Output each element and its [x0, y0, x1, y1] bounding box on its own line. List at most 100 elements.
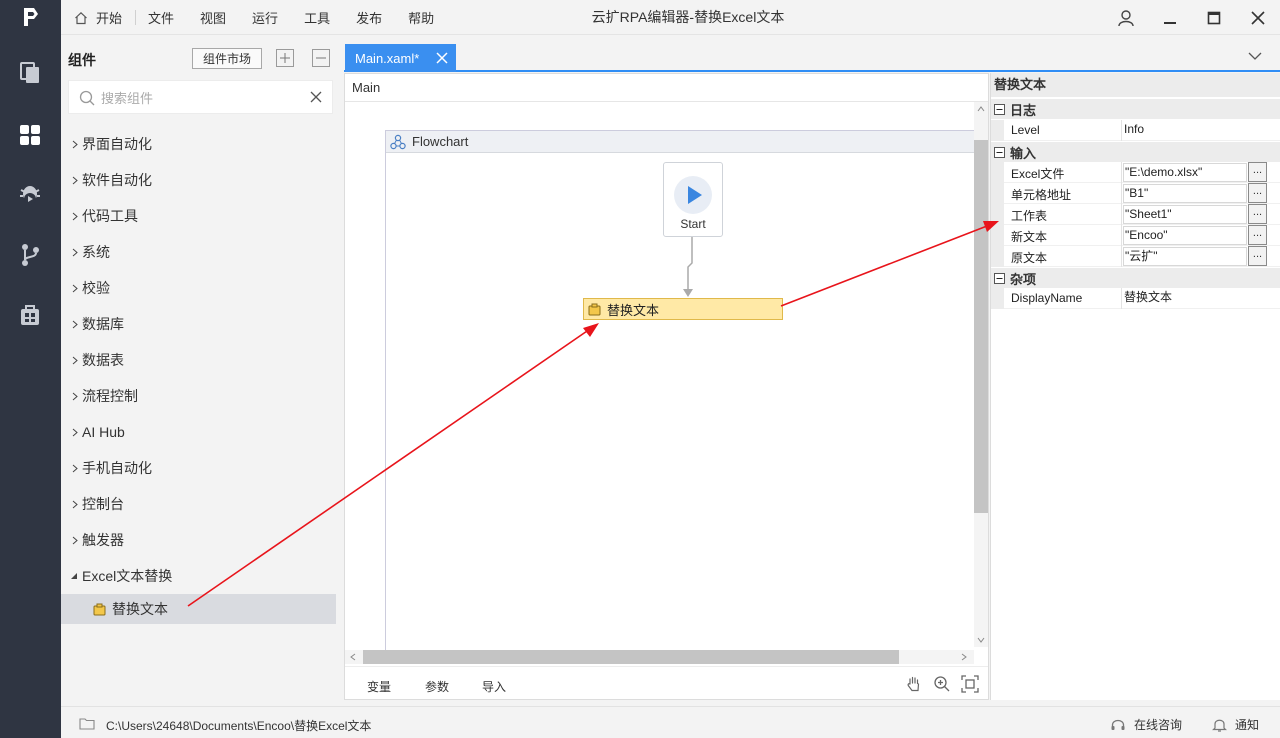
- branch-icon[interactable]: [17, 242, 43, 268]
- menu-file[interactable]: 文件: [135, 0, 187, 35]
- category-label: 数据库: [82, 316, 124, 332]
- excel-file-browse-button[interactable]: ...: [1248, 162, 1267, 182]
- expand-all-button[interactable]: [276, 49, 294, 67]
- category-label: Excel文本替换: [82, 568, 173, 584]
- arguments-tab[interactable]: 参数: [425, 678, 449, 695]
- debug-run-icon[interactable]: [17, 182, 43, 208]
- category-validation[interactable]: 校验: [61, 273, 336, 303]
- component-market-button[interactable]: 组件市场: [192, 48, 262, 69]
- horizontal-scrollbar[interactable]: [345, 650, 974, 664]
- hand-pan-icon[interactable]: [905, 675, 923, 693]
- replace-text-activity[interactable]: 替换文本: [583, 298, 783, 320]
- display-name-field[interactable]: 替换文本: [1123, 289, 1247, 308]
- collapse-all-button[interactable]: [312, 49, 330, 67]
- variables-tab[interactable]: 变量: [367, 678, 391, 695]
- prop-row-cell-address: 单元格地址 "B1" ...: [991, 183, 1280, 204]
- search-input[interactable]: [101, 88, 301, 108]
- maximize-button[interactable]: [1192, 0, 1236, 35]
- tab-main-xaml[interactable]: Main.xaml*: [345, 44, 456, 72]
- section-misc[interactable]: 杂项: [991, 268, 1280, 288]
- prop-name: Level: [1011, 123, 1040, 137]
- vertical-scroll-thumb[interactable]: [974, 140, 988, 513]
- imports-tab[interactable]: 导入: [482, 678, 506, 695]
- play-icon: [674, 176, 712, 214]
- scroll-left-icon[interactable]: [348, 652, 358, 662]
- menu-view[interactable]: 视图: [187, 0, 239, 35]
- old-text-edit-button[interactable]: ...: [1248, 246, 1267, 266]
- status-bar: C:\Users\24648\Documents\Encoo\替换Excel文本…: [61, 706, 1280, 738]
- expand-arrow-icon: [61, 428, 82, 437]
- close-window-button[interactable]: [1236, 0, 1280, 35]
- clear-search-icon[interactable]: [310, 91, 322, 103]
- section-input[interactable]: 输入: [991, 142, 1280, 162]
- menu-help[interactable]: 帮助: [395, 0, 447, 35]
- category-console[interactable]: 控制台: [61, 489, 336, 519]
- category-code-tools[interactable]: 代码工具: [61, 201, 336, 231]
- category-label: 流程控制: [82, 388, 138, 404]
- cell-address-field[interactable]: "B1": [1123, 184, 1247, 203]
- prop-name: 原文本: [1011, 251, 1048, 265]
- collapse-section-icon: [994, 103, 1005, 115]
- menu-publish[interactable]: 发布: [343, 0, 395, 35]
- category-label: 界面自动化: [82, 136, 152, 152]
- files-icon[interactable]: [17, 59, 43, 85]
- start-node[interactable]: Start: [663, 162, 723, 237]
- category-system[interactable]: 系统: [61, 237, 336, 267]
- menu-tools[interactable]: 工具: [291, 0, 343, 35]
- category-ui-automation[interactable]: 界面自动化: [61, 129, 336, 159]
- vertical-scrollbar[interactable]: [974, 102, 988, 647]
- online-consult-button[interactable]: 在线咨询: [1110, 716, 1182, 733]
- prop-row-new-text: 新文本 "Encoo" ...: [991, 225, 1280, 246]
- worksheet-edit-button[interactable]: ...: [1248, 204, 1267, 224]
- category-datatable[interactable]: 数据表: [61, 345, 336, 375]
- category-database[interactable]: 数据库: [61, 309, 336, 339]
- category-label: 校验: [82, 280, 110, 296]
- breadcrumb[interactable]: Main: [352, 80, 380, 95]
- component-replace-text[interactable]: 替换文本: [61, 594, 336, 624]
- notifications-button[interactable]: 通知: [1212, 716, 1259, 733]
- activity-icon: [93, 603, 106, 615]
- category-software-automation[interactable]: 软件自动化: [61, 165, 336, 195]
- cell-address-edit-button[interactable]: ...: [1248, 183, 1267, 203]
- flowchart-header: Flowchart: [386, 131, 978, 153]
- menu-start[interactable]: 开始: [61, 0, 135, 35]
- expand-arrow-icon: [61, 500, 82, 509]
- old-text-field[interactable]: "云扩": [1123, 247, 1247, 266]
- notifications-label: 通知: [1235, 718, 1260, 732]
- scroll-right-icon[interactable]: [959, 652, 969, 662]
- excel-file-field[interactable]: "E:\demo.xlsx": [1123, 163, 1247, 182]
- horizontal-scroll-thumb[interactable]: [363, 650, 899, 664]
- fit-screen-icon[interactable]: [961, 675, 979, 693]
- flowchart-container[interactable]: Flowchart Start 替换文本: [385, 130, 978, 650]
- online-consult-label: 在线咨询: [1134, 718, 1183, 732]
- close-tab-icon[interactable]: [435, 51, 449, 65]
- package-icon[interactable]: [17, 302, 43, 328]
- category-flow-control[interactable]: 流程控制: [61, 381, 336, 411]
- category-mobile-automation[interactable]: 手机自动化: [61, 453, 336, 483]
- breadcrumb-divider: [345, 101, 988, 102]
- prop-row-display-name: DisplayName 替换文本: [991, 288, 1280, 309]
- new-text-edit-button[interactable]: ...: [1248, 225, 1267, 245]
- scroll-up-icon[interactable]: [976, 104, 986, 114]
- minimize-icon: [1164, 21, 1176, 24]
- account-button[interactable]: [1104, 0, 1148, 35]
- minimize-button[interactable]: [1148, 0, 1192, 35]
- prop-name: 工作表: [1011, 209, 1048, 223]
- level-select[interactable]: Info: [1123, 121, 1247, 140]
- components-icon[interactable]: [17, 122, 43, 148]
- worksheet-field[interactable]: "Sheet1": [1123, 205, 1247, 224]
- zoom-in-icon[interactable]: [933, 675, 951, 693]
- chevron-down-icon[interactable]: [1248, 51, 1262, 61]
- category-excel-text-replace[interactable]: Excel文本替换: [61, 561, 336, 591]
- menu-run[interactable]: 运行: [239, 0, 291, 35]
- category-ai-hub[interactable]: AI Hub: [61, 417, 336, 447]
- section-log[interactable]: 日志: [991, 99, 1280, 119]
- document-tabbar: Main.xaml*: [344, 41, 1280, 72]
- category-trigger[interactable]: 触发器: [61, 525, 336, 555]
- tab-label: Main.xaml*: [355, 50, 420, 66]
- minus-icon: [316, 57, 326, 59]
- category-label: 数据表: [82, 352, 124, 368]
- new-text-field[interactable]: "Encoo": [1123, 226, 1247, 245]
- workflow-designer: Main Flowchart Start 替换文本 变量 参数 导入: [344, 73, 989, 700]
- scroll-down-icon[interactable]: [976, 635, 986, 645]
